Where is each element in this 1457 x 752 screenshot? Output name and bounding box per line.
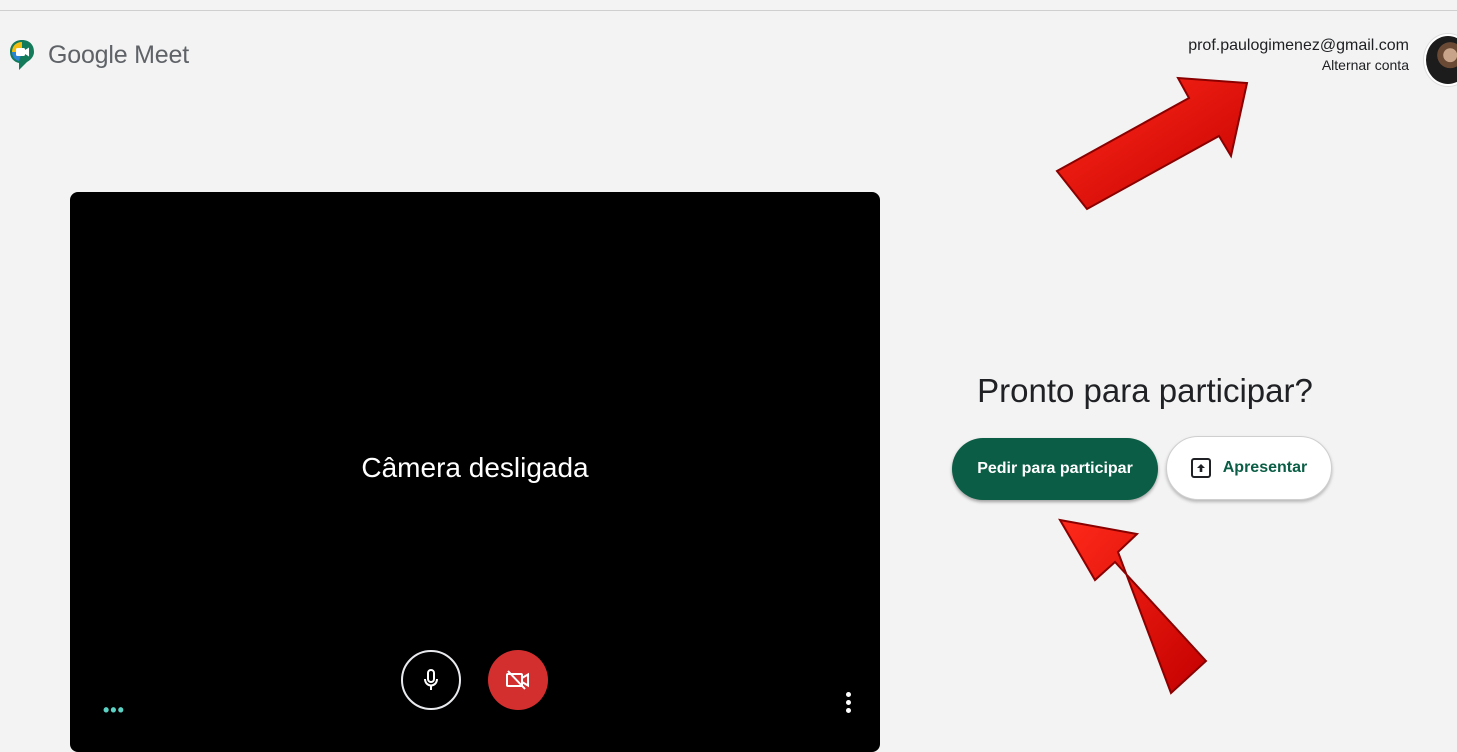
arrow-to-account <box>1055 76 1249 211</box>
annotation-arrows <box>1055 76 1249 695</box>
arrow-to-join-button <box>1058 518 1208 695</box>
